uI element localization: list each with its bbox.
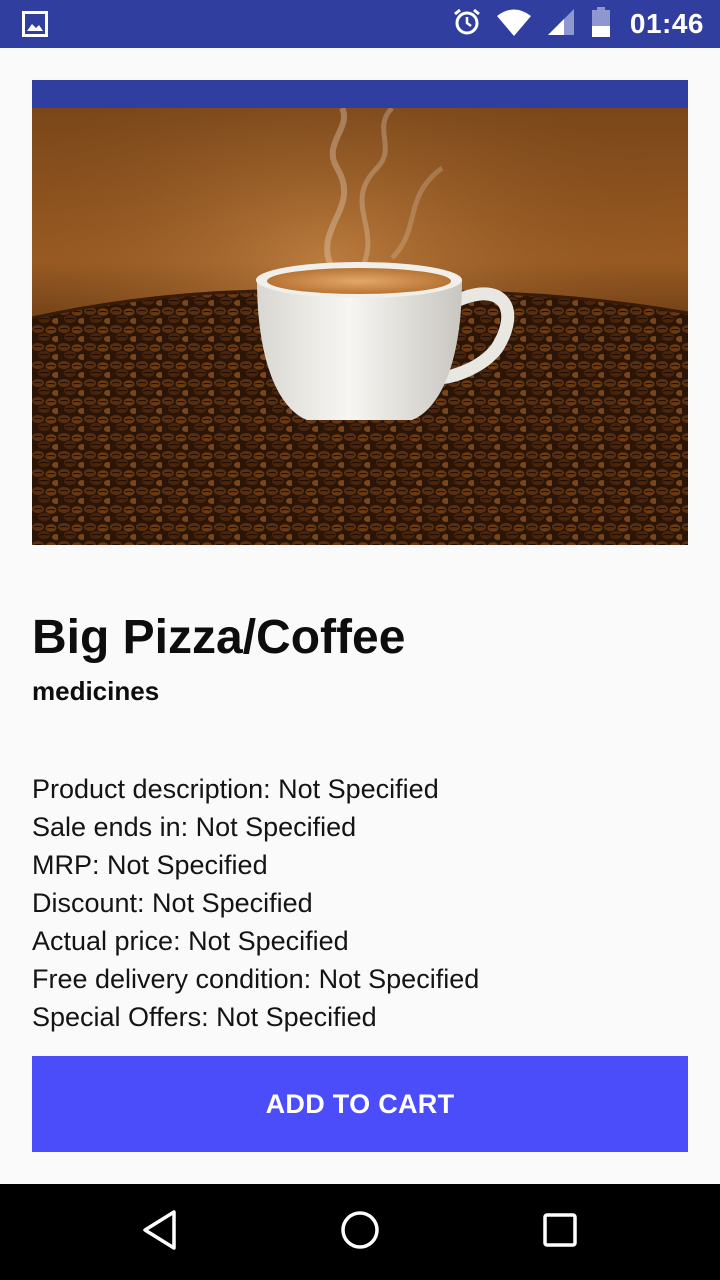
image-notification-icon: [22, 11, 48, 37]
home-icon: [339, 1209, 381, 1256]
product-category: medicines: [32, 676, 160, 706]
alarm-icon: [452, 7, 482, 42]
back-icon: [140, 1208, 180, 1257]
cell-signal-icon: [546, 7, 576, 42]
image-top-bar: [32, 80, 688, 108]
detail-actual-price: Actual price: Not Specified: [32, 926, 349, 956]
status-icons: 01:46: [452, 0, 704, 48]
battery-icon: [590, 6, 612, 43]
product-details-list: Product description: Not Specified Sale …: [32, 770, 688, 1036]
coffee-cup-photo: [32, 108, 688, 545]
detail-mrp: MRP: Not Specified: [32, 850, 268, 880]
add-to-cart-button[interactable]: ADD TO CART: [32, 1056, 688, 1152]
back-button[interactable]: [130, 1202, 190, 1262]
clock: 01:46: [629, 8, 704, 39]
detail-description: Product description: Not Specified: [32, 774, 439, 804]
wifi-icon: [496, 7, 532, 42]
home-button[interactable]: [330, 1202, 390, 1262]
status-bar: 01:46: [0, 0, 720, 48]
recent-apps-button[interactable]: [530, 1202, 590, 1262]
detail-free-delivery: Free delivery condition: Not Specified: [32, 964, 480, 994]
product-image: [32, 80, 688, 545]
detail-sale-ends: Sale ends in: Not Specified: [32, 812, 357, 842]
recent-apps-icon: [541, 1211, 579, 1254]
detail-special-offers: Special Offers: Not Specified: [32, 1002, 377, 1032]
navigation-bar: [0, 1184, 720, 1280]
detail-discount: Discount: Not Specified: [32, 888, 313, 918]
product-detail: Big Pizza/Coffee medicines Product descr…: [0, 48, 720, 1184]
product-title: Big Pizza/Coffee: [32, 611, 406, 664]
